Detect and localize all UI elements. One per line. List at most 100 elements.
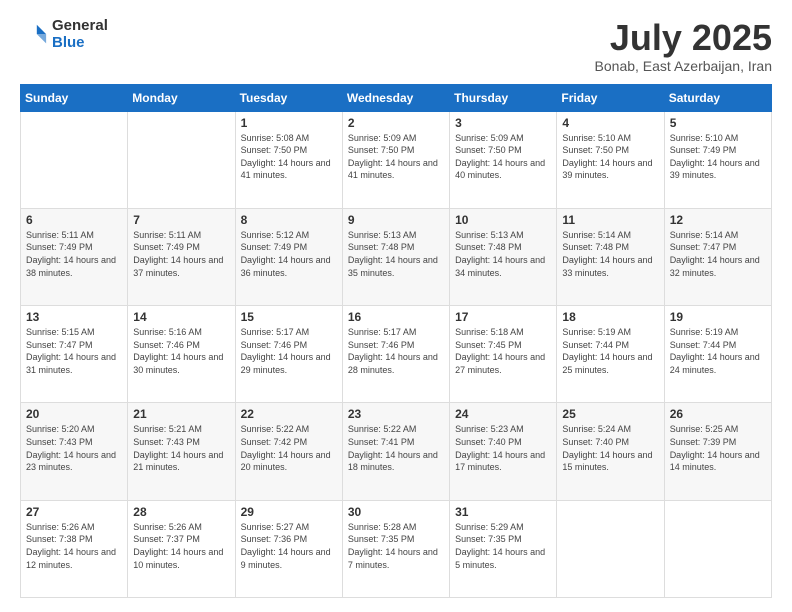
table-row: 24 Sunrise: 5:23 AM Sunset: 7:40 PM Dayli… <box>450 403 557 500</box>
table-row: 18 Sunrise: 5:19 AM Sunset: 7:44 PM Dayli… <box>557 306 664 403</box>
calendar-week-row: 27 Sunrise: 5:26 AM Sunset: 7:38 PM Dayli… <box>21 500 772 597</box>
day-number: 7 <box>133 213 229 227</box>
table-row: 26 Sunrise: 5:25 AM Sunset: 7:39 PM Dayli… <box>664 403 771 500</box>
day-number: 9 <box>348 213 444 227</box>
day-number: 12 <box>670 213 766 227</box>
day-number: 13 <box>26 310 122 324</box>
day-detail: Sunrise: 5:24 AM Sunset: 7:40 PM Dayligh… <box>562 423 658 473</box>
logo-general-text: General <box>52 18 108 35</box>
title-month: July 2025 <box>595 18 772 58</box>
table-row: 14 Sunrise: 5:16 AM Sunset: 7:46 PM Dayli… <box>128 306 235 403</box>
table-row <box>21 111 128 208</box>
table-row <box>557 500 664 597</box>
col-tuesday: Tuesday <box>235 84 342 111</box>
table-row: 22 Sunrise: 5:22 AM Sunset: 7:42 PM Dayli… <box>235 403 342 500</box>
day-detail: Sunrise: 5:09 AM Sunset: 7:50 PM Dayligh… <box>455 132 551 182</box>
table-row: 1Sunrise: 5:08 AM Sunset: 7:50 PM Daylig… <box>235 111 342 208</box>
calendar-week-row: 13 Sunrise: 5:15 AM Sunset: 7:47 PM Dayli… <box>21 306 772 403</box>
day-detail: Sunrise: 5:13 AM Sunset: 7:48 PM Dayligh… <box>455 229 551 279</box>
day-number: 4 <box>562 116 658 130</box>
day-number: 8 <box>241 213 337 227</box>
day-detail: Sunrise: 5:19 AM Sunset: 7:44 PM Dayligh… <box>562 326 658 376</box>
col-thursday: Thursday <box>450 84 557 111</box>
table-row: 12 Sunrise: 5:14 AM Sunset: 7:47 PM Dayli… <box>664 208 771 305</box>
table-row: 11Sunrise: 5:14 AM Sunset: 7:48 PM Dayli… <box>557 208 664 305</box>
table-row: 9 Sunrise: 5:13 AM Sunset: 7:48 PM Daylig… <box>342 208 449 305</box>
table-row: 25 Sunrise: 5:24 AM Sunset: 7:40 PM Dayli… <box>557 403 664 500</box>
day-detail: Sunrise: 5:13 AM Sunset: 7:48 PM Dayligh… <box>348 229 444 279</box>
calendar-header-row: Sunday Monday Tuesday Wednesday Thursday… <box>21 84 772 111</box>
table-row <box>664 500 771 597</box>
calendar-week-row: 6 Sunrise: 5:11 AM Sunset: 7:49 PM Daylig… <box>21 208 772 305</box>
day-number: 26 <box>670 407 766 421</box>
day-number: 21 <box>133 407 229 421</box>
day-detail: Sunrise: 5:23 AM Sunset: 7:40 PM Dayligh… <box>455 423 551 473</box>
table-row: 30Sunrise: 5:28 AM Sunset: 7:35 PM Dayli… <box>342 500 449 597</box>
day-number: 3 <box>455 116 551 130</box>
table-row: 21 Sunrise: 5:21 AM Sunset: 7:43 PM Dayli… <box>128 403 235 500</box>
day-detail: Sunrise: 5:17 AM Sunset: 7:46 PM Dayligh… <box>348 326 444 376</box>
table-row: 8 Sunrise: 5:12 AM Sunset: 7:49 PM Daylig… <box>235 208 342 305</box>
day-number: 16 <box>348 310 444 324</box>
day-number: 31 <box>455 505 551 519</box>
logo: General Blue <box>20 18 108 51</box>
day-number: 14 <box>133 310 229 324</box>
table-row: 29Sunrise: 5:27 AM Sunset: 7:36 PM Dayli… <box>235 500 342 597</box>
table-row: 10Sunrise: 5:13 AM Sunset: 7:48 PM Dayli… <box>450 208 557 305</box>
calendar-week-row: 20Sunrise: 5:20 AM Sunset: 7:43 PM Dayli… <box>21 403 772 500</box>
table-row: 13 Sunrise: 5:15 AM Sunset: 7:47 PM Dayli… <box>21 306 128 403</box>
day-detail: Sunrise: 5:16 AM Sunset: 7:46 PM Dayligh… <box>133 326 229 376</box>
day-detail: Sunrise: 5:10 AM Sunset: 7:50 PM Dayligh… <box>562 132 658 182</box>
day-detail: Sunrise: 5:17 AM Sunset: 7:46 PM Dayligh… <box>241 326 337 376</box>
table-row: 28 Sunrise: 5:26 AM Sunset: 7:37 PM Dayli… <box>128 500 235 597</box>
day-detail: Sunrise: 5:08 AM Sunset: 7:50 PM Dayligh… <box>241 132 337 182</box>
day-detail: Sunrise: 5:11 AM Sunset: 7:49 PM Dayligh… <box>133 229 229 279</box>
day-number: 11 <box>562 213 658 227</box>
table-row: 23 Sunrise: 5:22 AM Sunset: 7:41 PM Dayli… <box>342 403 449 500</box>
col-saturday: Saturday <box>664 84 771 111</box>
table-row: 31 Sunrise: 5:29 AM Sunset: 7:35 PM Dayli… <box>450 500 557 597</box>
day-detail: Sunrise: 5:19 AM Sunset: 7:44 PM Dayligh… <box>670 326 766 376</box>
day-number: 24 <box>455 407 551 421</box>
day-detail: Sunrise: 5:22 AM Sunset: 7:41 PM Dayligh… <box>348 423 444 473</box>
day-number: 27 <box>26 505 122 519</box>
day-detail: Sunrise: 5:18 AM Sunset: 7:45 PM Dayligh… <box>455 326 551 376</box>
table-row <box>128 111 235 208</box>
table-row: 15Sunrise: 5:17 AM Sunset: 7:46 PM Dayli… <box>235 306 342 403</box>
calendar-week-row: 1Sunrise: 5:08 AM Sunset: 7:50 PM Daylig… <box>21 111 772 208</box>
table-row: 27 Sunrise: 5:26 AM Sunset: 7:38 PM Dayli… <box>21 500 128 597</box>
col-friday: Friday <box>557 84 664 111</box>
col-wednesday: Wednesday <box>342 84 449 111</box>
day-number: 30 <box>348 505 444 519</box>
calendar-table: Sunday Monday Tuesday Wednesday Thursday… <box>20 84 772 598</box>
day-detail: Sunrise: 5:26 AM Sunset: 7:38 PM Dayligh… <box>26 521 122 571</box>
title-block: July 2025 Bonab, East Azerbaijan, Iran <box>595 18 772 74</box>
day-detail: Sunrise: 5:20 AM Sunset: 7:43 PM Dayligh… <box>26 423 122 473</box>
day-number: 18 <box>562 310 658 324</box>
day-number: 28 <box>133 505 229 519</box>
day-number: 25 <box>562 407 658 421</box>
day-number: 23 <box>348 407 444 421</box>
table-row: 4 Sunrise: 5:10 AM Sunset: 7:50 PM Daylig… <box>557 111 664 208</box>
day-number: 22 <box>241 407 337 421</box>
day-number: 6 <box>26 213 122 227</box>
day-detail: Sunrise: 5:22 AM Sunset: 7:42 PM Dayligh… <box>241 423 337 473</box>
day-number: 17 <box>455 310 551 324</box>
day-detail: Sunrise: 5:11 AM Sunset: 7:49 PM Dayligh… <box>26 229 122 279</box>
day-detail: Sunrise: 5:25 AM Sunset: 7:39 PM Dayligh… <box>670 423 766 473</box>
title-location: Bonab, East Azerbaijan, Iran <box>595 58 772 74</box>
day-detail: Sunrise: 5:29 AM Sunset: 7:35 PM Dayligh… <box>455 521 551 571</box>
day-detail: Sunrise: 5:15 AM Sunset: 7:47 PM Dayligh… <box>26 326 122 376</box>
col-sunday: Sunday <box>21 84 128 111</box>
day-number: 19 <box>670 310 766 324</box>
day-detail: Sunrise: 5:14 AM Sunset: 7:47 PM Dayligh… <box>670 229 766 279</box>
day-detail: Sunrise: 5:21 AM Sunset: 7:43 PM Dayligh… <box>133 423 229 473</box>
table-row: 17 Sunrise: 5:18 AM Sunset: 7:45 PM Dayli… <box>450 306 557 403</box>
header: General Blue July 2025 Bonab, East Azerb… <box>20 18 772 74</box>
logo-text: General Blue <box>52 18 108 51</box>
table-row: 16 Sunrise: 5:17 AM Sunset: 7:46 PM Dayli… <box>342 306 449 403</box>
day-detail: Sunrise: 5:27 AM Sunset: 7:36 PM Dayligh… <box>241 521 337 571</box>
day-number: 5 <box>670 116 766 130</box>
day-detail: Sunrise: 5:12 AM Sunset: 7:49 PM Dayligh… <box>241 229 337 279</box>
day-detail: Sunrise: 5:26 AM Sunset: 7:37 PM Dayligh… <box>133 521 229 571</box>
